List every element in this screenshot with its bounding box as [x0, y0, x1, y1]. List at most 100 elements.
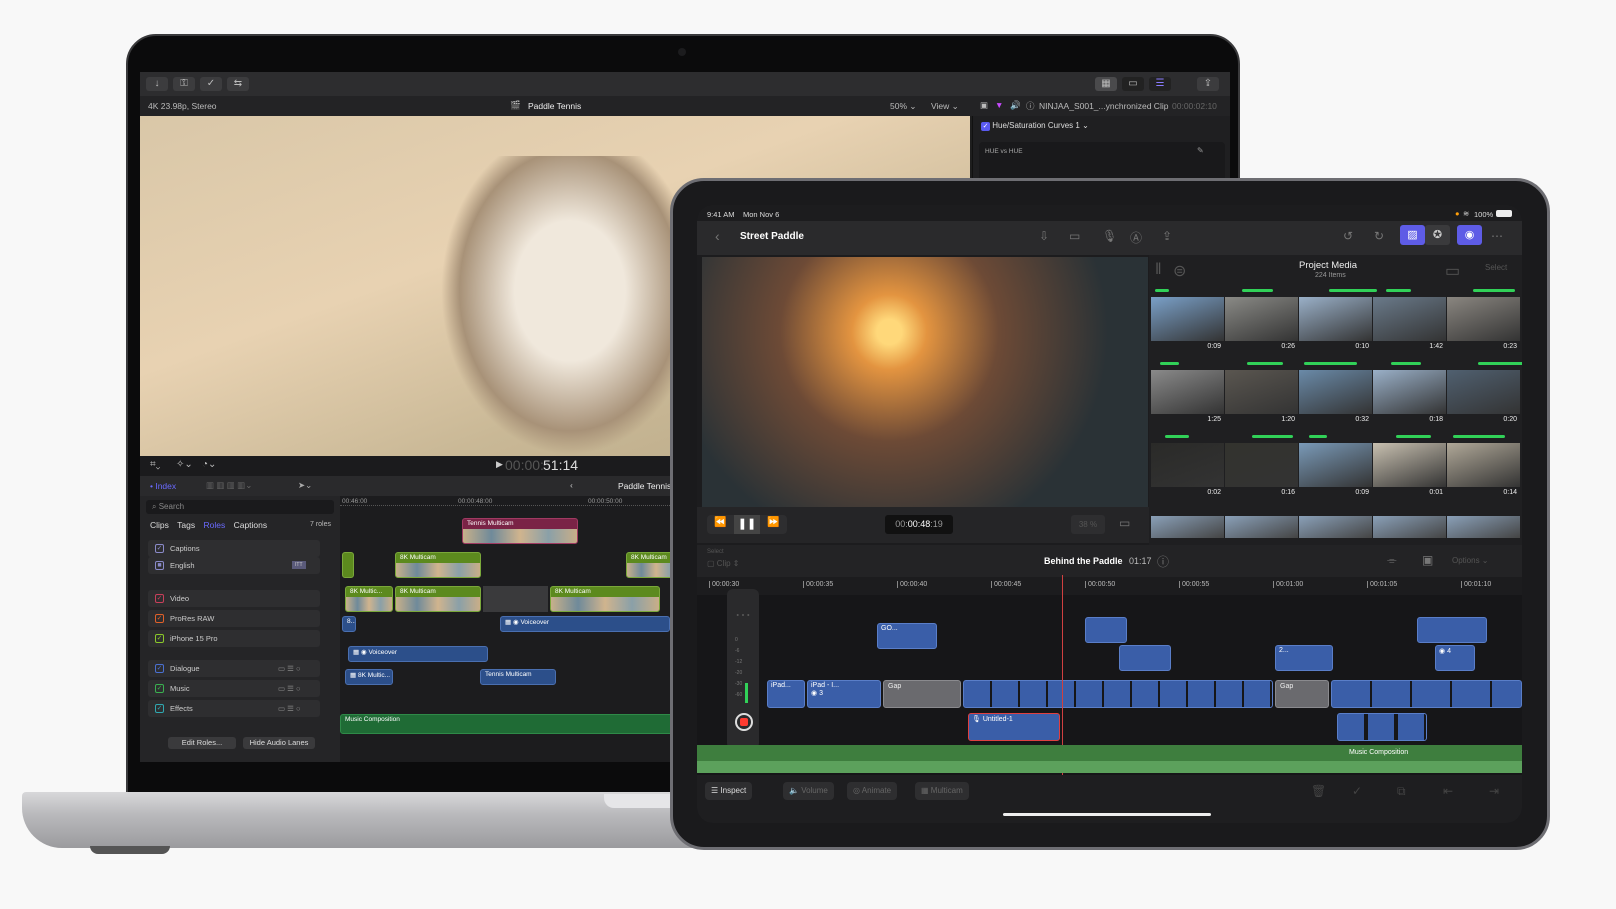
checkmark-icon[interactable]: ✓	[200, 77, 222, 91]
curve-panel[interactable]: HUE vs HUE ✎	[979, 142, 1225, 182]
role-video[interactable]: ✓ Video	[148, 590, 320, 607]
hide-audio-lanes-button[interactable]: Hide Audio Lanes	[243, 737, 315, 749]
role-music[interactable]: ✓ Music ▭ ☰ ○	[148, 680, 320, 697]
clip-selector[interactable]: ▢ Clip ⇕	[707, 559, 740, 568]
zoom-field[interactable]: 38 %	[1071, 515, 1105, 534]
clip-voiceover[interactable]: ▦ ◉ Voiceover	[348, 646, 488, 662]
viewer-options-icon[interactable]: ▭	[1119, 516, 1130, 530]
tab-roles[interactable]: Roles	[203, 520, 225, 530]
effect-header[interactable]: ✓ Hue/Saturation Curves 1 ⌄	[981, 121, 1089, 131]
color-icon[interactable]: ▼	[995, 100, 1003, 110]
layout-icon[interactable]: ▭	[1445, 261, 1460, 281]
tab-tags[interactable]: Tags	[177, 520, 195, 530]
index-button[interactable]: • Index	[150, 481, 176, 491]
extend-icon[interactable]: ⇥	[1489, 784, 1499, 798]
rewind-icon[interactable]: ⏪	[714, 517, 726, 528]
content-library-icon[interactable]: ✪	[1425, 225, 1450, 245]
play-icon[interactable]: ▶	[496, 459, 503, 470]
media-thumbnail[interactable]	[1373, 516, 1446, 538]
edit-roles-button[interactable]: Edit Roles...	[168, 737, 236, 749]
keyword-icon[interactable]: ⚿	[173, 77, 195, 91]
edit-tools-icons[interactable]: ▥ ▥ ▥ ▥⌄	[206, 480, 252, 491]
media-browser-icon[interactable]: ▨	[1400, 225, 1425, 245]
media-thumbnail[interactable]	[1225, 297, 1298, 341]
clip-tennis-multicam-audio[interactable]: Tennis Multicam	[480, 669, 556, 685]
pause-icon[interactable]: ❚❚	[734, 515, 760, 534]
media-thumbnail[interactable]	[1373, 297, 1446, 341]
inspect-button[interactable]: ☰ Inspect	[705, 782, 753, 800]
background-tasks-icon[interactable]: ⇆	[227, 77, 249, 91]
media-thumbnail[interactable]	[1151, 297, 1224, 341]
role-captions[interactable]: ✓ Captions	[148, 540, 320, 557]
back-icon[interactable]: ‹	[715, 228, 720, 244]
gap-clip[interactable]: Gap	[1275, 680, 1329, 708]
role-prores-raw[interactable]: ✓ ProRes RAW	[148, 610, 320, 627]
browser-layout-icon[interactable]: ▦	[1095, 77, 1117, 91]
more-icon[interactable]: ⋯	[1491, 229, 1503, 243]
trim-icon[interactable]: ▣	[1422, 553, 1433, 567]
clip-tennis-multicam[interactable]: Tennis Multicam	[462, 518, 578, 544]
media-thumbnail[interactable]	[1447, 443, 1520, 487]
import-icon[interactable]: ⇩	[1039, 229, 1049, 243]
undo-icon[interactable]: ↺	[1343, 229, 1353, 243]
back-icon[interactable]: ‹	[570, 480, 573, 490]
media-thumbnail[interactable]	[1151, 370, 1224, 414]
clip-angles-4[interactable]: ◉ 4	[1435, 645, 1475, 671]
detach-icon[interactable]: ⇤	[1443, 784, 1453, 798]
effect-checkbox[interactable]: ✓	[981, 122, 990, 131]
share-icon[interactable]: ⇪	[1162, 229, 1172, 243]
clip-sequence[interactable]	[1331, 680, 1522, 708]
view-menu[interactable]: View ⌄	[931, 101, 959, 112]
record-button[interactable]	[735, 713, 753, 731]
media-thumbnail[interactable]	[1151, 443, 1224, 487]
media-thumbnail[interactable]	[1447, 297, 1520, 341]
clip-8k-multicam-short[interactable]: 8K Multic...	[345, 586, 393, 612]
speed-icon[interactable]: ◔⌄	[202, 459, 216, 470]
clip-angles[interactable]	[1337, 713, 1427, 741]
clip-8k-multicam[interactable]: 8K Multicam	[550, 586, 660, 612]
audio-icon[interactable]: 🔊	[1010, 100, 1021, 111]
clip-go[interactable]: GO...	[877, 623, 937, 649]
check-icon[interactable]: ✓	[1352, 784, 1362, 798]
tab-captions[interactable]: Captions	[234, 520, 268, 530]
role-iphone[interactable]: ✓ iPhone 15 Pro	[148, 630, 320, 647]
media-thumbnail[interactable]	[1225, 516, 1298, 538]
delete-icon[interactable]: 🗑	[1311, 784, 1326, 798]
zoom-menu[interactable]: 50% ⌄	[890, 101, 917, 112]
inspector-icon[interactable]: ☰	[1149, 77, 1171, 91]
split-icon[interactable]: ⌯	[1387, 553, 1397, 568]
camera-icon[interactable]: ▭	[1069, 229, 1080, 243]
enhance-icon[interactable]: ✧⌄	[176, 459, 193, 470]
select-tool-icon[interactable]: ➤⌄	[298, 480, 312, 491]
info-icon[interactable]: ⓘ	[1026, 100, 1035, 112]
lane-controls-icon[interactable]: ▭ ☰ ○	[278, 660, 301, 677]
sidebar-toggle-icon[interactable]: ‖	[1155, 261, 1162, 279]
microphone-icon[interactable]: 🎙	[1102, 229, 1117, 243]
clip-voiceover[interactable]: ▦ ◉ Voiceover	[500, 616, 670, 632]
role-english[interactable]: ■ English ITT	[148, 557, 320, 574]
media-thumbnail[interactable]	[1299, 443, 1372, 487]
clip-8k-multicam[interactable]: 8K Multicam	[395, 552, 481, 578]
transform-icon[interactable]: ⌗⌄	[150, 459, 160, 470]
media-thumbnail[interactable]	[1447, 370, 1520, 414]
media-thumbnail[interactable]	[1225, 443, 1298, 487]
role-effects[interactable]: ✓ Effects ▭ ☰ ○	[148, 700, 320, 717]
clip-ipad[interactable]: iPad...	[767, 680, 805, 708]
media-thumbnail[interactable]	[1299, 516, 1372, 538]
tab-clips[interactable]: Clips	[150, 520, 169, 530]
clip-untitled-recording[interactable]: 🎙 Untitled-1	[968, 713, 1060, 741]
split-clip-icon[interactable]: ⧉	[1397, 784, 1406, 799]
clip-sequence[interactable]	[963, 680, 1273, 708]
media-thumbnail[interactable]	[1373, 370, 1446, 414]
voiceover-icon[interactable]: Ⓐ	[1130, 229, 1142, 246]
options-button[interactable]: Options ⌄	[1452, 556, 1489, 565]
share-icon[interactable]: ⇪	[1197, 77, 1219, 91]
media-thumbnail[interactable]	[1225, 370, 1298, 414]
import-icon[interactable]: ↓	[146, 77, 168, 91]
clip-music-composition[interactable]: Music Composition	[697, 745, 1522, 773]
media-thumbnail[interactable]	[1151, 516, 1224, 538]
inspector-icon[interactable]: ◉	[1457, 225, 1482, 245]
clip-video[interactable]	[1417, 617, 1487, 643]
select-button[interactable]: Select	[1485, 263, 1507, 272]
search-input[interactable]: ⌕ Search	[146, 500, 334, 514]
